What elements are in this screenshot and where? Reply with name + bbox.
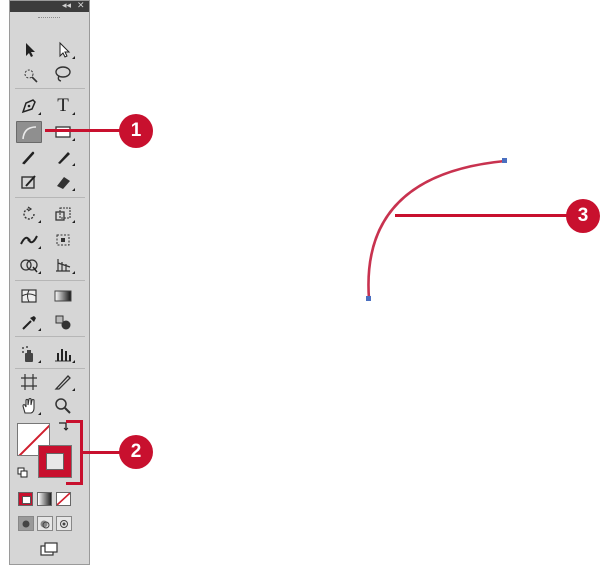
fill-stroke-bracket <box>66 420 83 485</box>
gradient-tool-icon[interactable] <box>50 285 76 307</box>
callout-3-leader <box>395 214 571 217</box>
slice-tool-icon[interactable] <box>50 371 76 393</box>
eyedropper-tool-icon[interactable] <box>16 311 42 333</box>
width-tool-icon[interactable] <box>16 229 42 251</box>
mesh-tool-icon[interactable] <box>16 285 42 307</box>
callout-1-leader <box>45 129 125 132</box>
color-mode-button[interactable] <box>18 492 33 506</box>
draw-inside-icon[interactable] <box>56 516 72 531</box>
gradient-mode-button[interactable] <box>37 492 52 506</box>
shape-builder-tool-icon[interactable] <box>16 254 42 276</box>
symbol-sprayer-tool-icon[interactable] <box>16 343 42 365</box>
callout-3-badge: 3 <box>566 199 600 233</box>
stroke-swatch-inner <box>46 453 64 470</box>
column-graph-tool-icon[interactable] <box>50 343 76 365</box>
arc-end-anchor <box>502 158 507 163</box>
scale-tool-icon[interactable] <box>50 203 76 225</box>
free-transform-tool-icon[interactable] <box>50 229 76 251</box>
arc-start-anchor <box>366 296 371 301</box>
zoom-tool-icon[interactable] <box>50 395 76 417</box>
callout-1-badge: 1 <box>119 114 153 148</box>
type-tool-glyph: T <box>57 95 69 116</box>
draw-behind-icon[interactable] <box>37 516 53 531</box>
perspective-grid-tool-icon[interactable] <box>50 254 76 276</box>
collapse-panel-icon[interactable]: ◂◂ <box>62 0 71 12</box>
rectangle-tool-icon[interactable] <box>50 121 76 143</box>
arc-tool-icon[interactable] <box>16 121 42 143</box>
type-tool-icon[interactable]: T <box>50 95 76 117</box>
artboard-tool-icon[interactable] <box>16 371 42 393</box>
default-fill-stroke-icon[interactable] <box>16 466 30 480</box>
callout-2-leader <box>83 451 123 454</box>
draw-normal-icon[interactable] <box>18 516 34 531</box>
magic-wand-tool-icon[interactable] <box>16 63 42 85</box>
panel-grip[interactable] <box>38 17 60 20</box>
none-mode-button[interactable] <box>56 492 71 506</box>
paintbrush-tool-icon[interactable] <box>16 146 42 168</box>
arc-path <box>367 159 506 300</box>
rotate-tool-icon[interactable] <box>16 203 42 225</box>
hand-tool-icon[interactable] <box>16 395 42 417</box>
selection-tool-icon[interactable] <box>16 39 42 61</box>
callout-2-badge: 2 <box>119 435 153 469</box>
blend-tool-icon[interactable] <box>50 311 76 333</box>
panel-title-bar[interactable]: ◂◂ ✕ <box>10 1 89 12</box>
eraser-tool-icon[interactable] <box>50 171 76 193</box>
direct-selection-tool-icon[interactable] <box>50 39 76 61</box>
lasso-tool-icon[interactable] <box>50 63 76 85</box>
close-panel-icon[interactable]: ✕ <box>77 0 85 12</box>
pencil-tool-icon[interactable] <box>50 146 76 168</box>
pen-tool-icon[interactable] <box>16 95 42 117</box>
artboard-canvas <box>366 158 507 301</box>
blob-brush-tool-icon[interactable] <box>16 171 42 193</box>
screen-mode-icon[interactable] <box>36 538 62 560</box>
